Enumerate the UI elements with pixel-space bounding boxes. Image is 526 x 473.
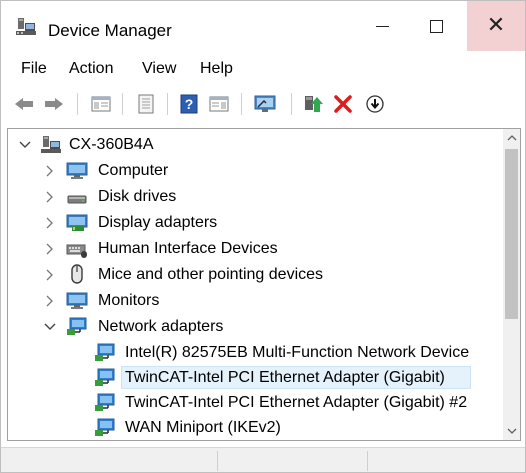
device-tree[interactable]: CX-360B4A Computer Disk drives Display a…	[7, 128, 521, 441]
chevron-right-icon[interactable]	[44, 165, 56, 177]
tree-item-monitors[interactable]: Monitors	[8, 289, 505, 313]
chevron-right-icon[interactable]	[44, 217, 56, 229]
show-hide-console-tree-button[interactable]	[89, 92, 113, 116]
menu-action[interactable]: Action	[69, 57, 113, 81]
network-adapter-icon	[95, 393, 115, 411]
tree-item-display-adapters[interactable]: Display adapters	[8, 211, 505, 235]
update-driver-icon	[305, 96, 323, 112]
properties-button[interactable]	[134, 92, 158, 116]
chevron-down-icon[interactable]	[19, 139, 31, 151]
chevron-right-icon[interactable]	[44, 269, 56, 281]
svg-text:?: ?	[185, 96, 194, 112]
disable-device-button[interactable]	[363, 92, 387, 116]
maximize-icon	[429, 19, 443, 33]
tree-item-label: TwinCAT-Intel PCI Ethernet Adapter (Giga…	[125, 394, 468, 411]
disk-drive-icon	[67, 195, 87, 204]
tree-item-network-device[interactable]: Intel(R) 82575EB Multi-Function Network …	[8, 341, 505, 365]
close-button[interactable]: ✕	[467, 1, 525, 51]
tree-root-label: CX-360B4A	[69, 136, 154, 153]
scan-hardware-button[interactable]	[252, 92, 280, 116]
toolbar-separator	[291, 93, 292, 115]
maximize-button[interactable]	[413, 1, 459, 51]
tree-root-row[interactable]: CX-360B4A	[8, 133, 505, 157]
uninstall-device-button[interactable]	[331, 92, 355, 116]
scroll-thumb[interactable]	[505, 149, 518, 319]
scroll-down-button[interactable]	[503, 423, 520, 440]
menu-file[interactable]: File	[21, 57, 47, 81]
device-manager-icon	[16, 18, 36, 35]
tree-item-mice[interactable]: Mice and other pointing devices	[8, 263, 505, 287]
computer-root-icon	[41, 136, 61, 153]
tree-item-network-adapters[interactable]: Network adapters	[8, 315, 505, 339]
monitor-icon	[66, 162, 88, 179]
toolbar-separator	[167, 93, 168, 115]
title-bar[interactable]: Device Manager ✕	[1, 1, 525, 51]
vertical-scrollbar[interactable]	[503, 129, 520, 440]
tree-item-label: Display adapters	[98, 214, 218, 231]
uninstall-device-icon	[334, 95, 352, 113]
minimize-button[interactable]	[359, 1, 405, 51]
action-pane-icon	[209, 96, 229, 112]
tree-item-network-device-selected[interactable]: TwinCAT-Intel PCI Ethernet Adapter (Giga…	[8, 366, 505, 390]
network-adapter-icon	[67, 317, 87, 335]
back-button[interactable]	[13, 92, 35, 116]
hid-icon	[66, 244, 87, 258]
network-adapter-icon	[95, 418, 115, 436]
tree-item-label: Network adapters	[98, 318, 224, 335]
show-hide-console-tree-icon	[91, 96, 111, 112]
status-bar	[1, 447, 525, 472]
window-title: Device Manager	[48, 21, 172, 40]
toolbar-separator	[122, 93, 123, 115]
tree-item-network-device[interactable]: WAN Miniport (IKEv2)	[8, 416, 505, 440]
status-divider	[367, 451, 368, 471]
status-divider	[217, 451, 218, 471]
menu-view[interactable]: View	[142, 57, 176, 81]
forward-button[interactable]	[43, 92, 65, 116]
help-button[interactable]: ?	[177, 92, 201, 116]
tree-item-label: Monitors	[98, 292, 160, 309]
chevron-right-icon[interactable]	[44, 295, 56, 307]
chevron-down-icon	[507, 428, 516, 434]
tree-item-human-interface-devices[interactable]: Human Interface Devices	[8, 237, 505, 261]
monitor-icon	[66, 292, 88, 309]
tree-item-label: WAN Miniport (IKEv2)	[125, 419, 281, 436]
menu-help[interactable]: Help	[200, 57, 233, 81]
back-arrow-icon	[15, 98, 33, 110]
chevron-down-icon[interactable]	[44, 321, 56, 333]
tree-item-computer[interactable]: Computer	[8, 159, 505, 183]
chevron-right-icon[interactable]	[44, 243, 56, 255]
minimize-icon	[375, 25, 389, 27]
tree-item-network-device[interactable]: TwinCAT-Intel PCI Ethernet Adapter (Giga…	[8, 391, 505, 415]
close-icon: ✕	[486, 13, 506, 38]
help-icon: ?	[180, 94, 198, 114]
device-manager-window: Device Manager ✕ File Action View Help ?…	[0, 0, 526, 473]
mouse-icon	[71, 264, 83, 284]
update-driver-button[interactable]	[301, 92, 325, 116]
network-adapter-icon	[95, 343, 115, 361]
toolbar: ?	[1, 87, 525, 121]
toolbar-separator	[241, 93, 242, 115]
forward-arrow-icon	[45, 98, 63, 110]
tree-item-label: TwinCAT-Intel PCI Ethernet Adapter (Giga…	[125, 369, 445, 386]
toolbar-separator	[77, 93, 78, 115]
tree-item-label: Human Interface Devices	[98, 240, 278, 257]
tree-item-label: Computer	[98, 162, 169, 179]
action-pane-button[interactable]	[207, 92, 231, 116]
display-adapter-icon	[66, 214, 88, 231]
scan-hardware-icon	[254, 95, 276, 112]
disable-device-icon	[366, 95, 384, 113]
tree-item-label: Intel(R) 82575EB Multi-Function Network …	[125, 344, 470, 361]
tree-item-label: Mice and other pointing devices	[98, 266, 324, 283]
network-adapter-icon	[95, 368, 115, 386]
chevron-up-icon	[507, 135, 516, 141]
scroll-up-button[interactable]	[503, 129, 520, 146]
chevron-right-icon[interactable]	[44, 191, 56, 203]
properties-icon	[138, 94, 154, 114]
tree-item-label: Disk drives	[98, 188, 177, 205]
tree-item-disk-drives[interactable]: Disk drives	[8, 185, 505, 209]
